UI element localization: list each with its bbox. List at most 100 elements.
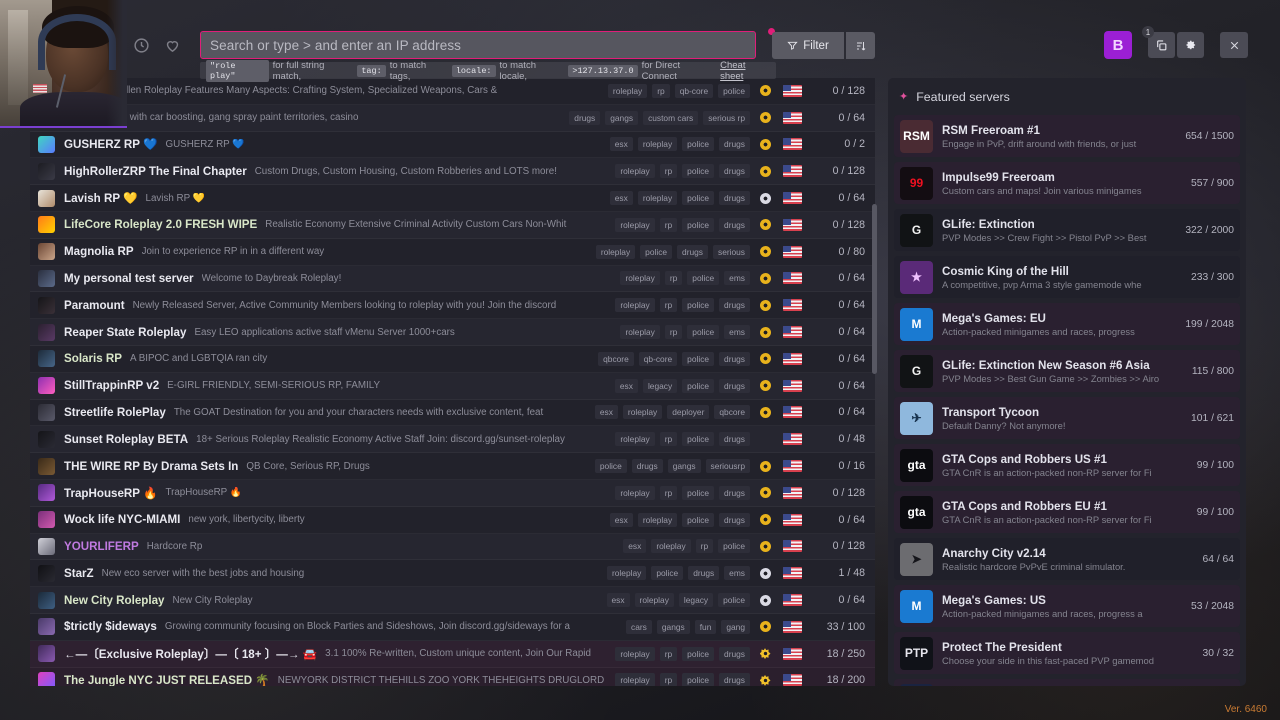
server-tag[interactable]: police [682, 378, 715, 393]
featured-server-card[interactable]: gta GTA Cops and Robbers US #1 GTA CnR is … [894, 444, 1240, 486]
server-tag[interactable]: roleplay [620, 271, 660, 286]
server-tag[interactable]: esx [614, 378, 638, 393]
table-row[interactable]: $trictly $ideways Growing community focus… [30, 613, 875, 641]
server-tag[interactable]: drugs [719, 432, 750, 447]
table-row[interactable]: HighRollerZRP The Final Chapter Custom Dr… [30, 158, 875, 186]
server-tag[interactable]: gang [721, 619, 750, 634]
table-row[interactable]: Sunset Roleplay BETA 18+ Serious Roleplay… [30, 426, 875, 454]
server-tag[interactable]: serious rp [703, 110, 750, 125]
featured-server-card[interactable]: G GLife: Extinction New Season #6 Asia PVP… [894, 350, 1240, 392]
server-tag[interactable]: roleplay [615, 164, 655, 179]
server-tag[interactable]: drugs [719, 673, 750, 686]
server-tag[interactable]: fun [694, 619, 717, 634]
server-tag[interactable]: gangs [667, 459, 701, 474]
featured-server-card[interactable]: M Mega's Games: US Action-packed minigames… [894, 585, 1240, 627]
server-tag[interactable]: police [718, 539, 750, 554]
server-tag[interactable]: rp [659, 432, 678, 447]
featured-server-card[interactable]: PTP Protect The President Choose your side… [894, 632, 1240, 674]
server-tag[interactable]: esx [594, 405, 618, 420]
server-tag[interactable]: roleplay [637, 137, 678, 152]
server-tag[interactable]: rp [659, 164, 678, 179]
table-row[interactable]: TrapHouseRP 🔥 TrapHouseRP 🔥 roleplay rp poli… [30, 479, 875, 507]
table-row[interactable]: Paramount Newly Released Server, Active C… [30, 292, 875, 320]
server-tag[interactable]: police [682, 512, 715, 527]
server-tag[interactable]: police [682, 351, 715, 366]
server-tag[interactable]: drugs [719, 378, 750, 393]
server-tag[interactable]: drugs [569, 110, 601, 125]
server-tag[interactable]: roleplay [595, 244, 636, 259]
server-tag[interactable]: qb-core [638, 351, 678, 366]
table-row[interactable]: Solaris RP A BIPOC and LGBTQIA ran city qb… [30, 345, 875, 373]
table-row[interactable]: My personal test server Welcome to Daybre… [30, 265, 875, 293]
table-row[interactable]: LifeCore Roleplay 2.0 FRESH WIPE Realisti… [30, 211, 875, 239]
server-tag[interactable]: seriousrp [705, 459, 750, 474]
server-tag[interactable]: esx [609, 191, 633, 206]
server-tag[interactable]: drugs [719, 646, 750, 661]
server-tag[interactable]: legacy [642, 378, 678, 393]
table-row[interactable]: The Jungle NYC JUST RELEASED 🌴 NEWYORK DI… [30, 667, 875, 686]
server-tag[interactable]: qbcore [598, 351, 634, 366]
server-tag[interactable]: deployer [667, 405, 710, 420]
scrollbar-thumb[interactable] [872, 204, 877, 374]
server-tag[interactable]: ems [724, 325, 750, 340]
server-tag[interactable]: drugs [631, 459, 663, 474]
server-list-scrollbar[interactable] [872, 78, 877, 686]
table-row[interactable]: GUSHERZ RP 💙 GUSHERZ RP 💙 esx roleplay polic… [30, 131, 875, 159]
cheat-sheet-link[interactable]: Cheat sheet [720, 60, 770, 82]
server-tag[interactable]: gangs [656, 619, 690, 634]
server-tag[interactable]: esx [623, 539, 647, 554]
server-tag[interactable]: police [651, 566, 684, 581]
search-input[interactable]: Search or type > and enter an IP address [200, 31, 756, 59]
sort-button[interactable] [846, 32, 875, 59]
server-tag[interactable]: police [687, 271, 720, 286]
server-tag[interactable]: police [682, 191, 715, 206]
featured-server-card[interactable]: 99 Impulse99 Freeroam Custom cars and maps… [894, 162, 1240, 204]
settings-button[interactable] [1177, 32, 1204, 58]
table-row[interactable]: StillTrappinRP v2 E-GIRL FRIENDLY, SEMI-S… [30, 372, 875, 400]
table-row[interactable]: ←—〔Exclusive Roleplay〕—〔 18+ 〕—→ 🚘 3.1 10… [30, 640, 875, 668]
server-tag[interactable]: roleplay [615, 673, 655, 686]
server-tag[interactable]: rp [659, 673, 678, 686]
server-tag[interactable]: police [682, 646, 715, 661]
server-tag[interactable]: drugs [719, 351, 750, 366]
server-tag[interactable]: police [682, 673, 715, 686]
featured-server-card[interactable]: ★ Cosmic King of the Hill A competitive, p… [894, 256, 1240, 298]
server-tag[interactable]: police [640, 244, 673, 259]
server-tag[interactable]: rp [664, 325, 683, 340]
server-tag[interactable]: rp [659, 646, 678, 661]
featured-server-card[interactable]: RSM RSM Freeroam #1 Engage in PvP, drift a… [894, 115, 1240, 157]
server-tag[interactable]: qbcore [714, 405, 750, 420]
server-tag[interactable]: drugs [719, 217, 750, 232]
server-tag[interactable]: roleplay [634, 593, 674, 608]
server-tag[interactable]: esx [609, 137, 633, 152]
table-row[interactable]: Lavish RP 💛 Lavish RP 💛 esx roleplay police d… [30, 185, 875, 212]
server-tag[interactable]: police [682, 137, 715, 152]
server-tag[interactable]: police [718, 593, 750, 608]
server-tag[interactable]: drugs [719, 512, 750, 527]
server-tag[interactable]: police [682, 298, 715, 313]
featured-server-card[interactable]: gta GTA Cops and Robbers EU #1 GTA CnR is … [894, 491, 1240, 533]
server-tag[interactable]: police [687, 325, 720, 340]
server-tag[interactable]: roleplay [615, 432, 655, 447]
avatar[interactable]: B [1104, 31, 1132, 59]
table-row[interactable]: Reaper State Roleplay Easy LEO applicatio… [30, 319, 875, 346]
table-row[interactable]: Streetlife RolePlay The GOAT Destination … [30, 399, 875, 427]
server-tag[interactable]: ems [724, 271, 750, 286]
server-tag[interactable]: drugs [719, 164, 750, 179]
server-tag[interactable]: drugs [719, 137, 750, 152]
server-tag[interactable]: drugs [719, 485, 750, 500]
table-row[interactable]: StarZ New eco server with the best jobs a… [30, 560, 875, 588]
server-tag[interactable]: rp [659, 298, 678, 313]
server-tag[interactable]: cars [626, 619, 652, 634]
server-tag[interactable]: esx [609, 512, 633, 527]
server-tag[interactable]: esx [606, 593, 630, 608]
close-button[interactable] [1220, 32, 1248, 58]
featured-server-card[interactable]: BBUSTED EU #1Unique, non roleplay and th… [894, 679, 1240, 686]
server-tag[interactable]: rp [659, 485, 678, 500]
server-tag[interactable]: drugs [677, 244, 708, 259]
server-tag[interactable]: gangs [605, 110, 639, 125]
server-tag[interactable]: police [682, 432, 715, 447]
featured-server-card[interactable]: ➤ Anarchy City v2.14 Realistic hardcore Pv… [894, 538, 1240, 580]
table-row[interactable]: Wock life NYC-MIAMI new york, libertycity… [30, 506, 875, 534]
filter-button[interactable]: Filter [772, 32, 844, 59]
